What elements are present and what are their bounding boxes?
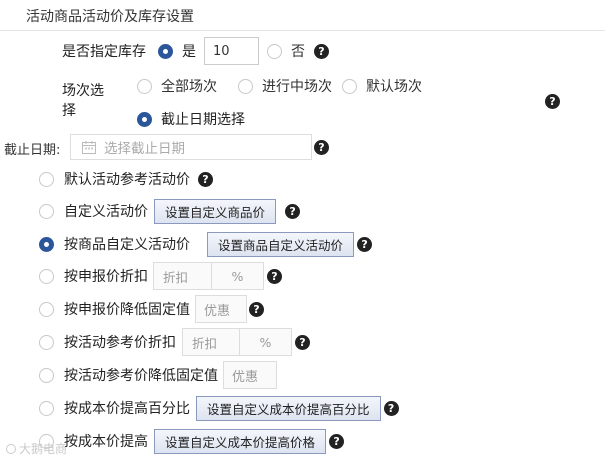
price-option-help-icon[interactable]: ? (267, 268, 282, 284)
price-option-radio[interactable] (39, 203, 54, 219)
discount-input[interactable]: 折扣 (183, 329, 239, 355)
price-option-radio[interactable] (39, 236, 54, 252)
set-cost-price-increase-button[interactable]: 设置自定义成本价提高价格 (154, 428, 327, 454)
price-option-label: 默认活动参考活动价 (64, 172, 190, 188)
stock-help-icon[interactable]: ? (314, 43, 329, 59)
watermark-logo-icon (6, 443, 16, 454)
deadline-label: 截止日期: (4, 143, 61, 158)
price-option-row: 按商品自定义活动价 设置商品自定义活动价 ? (39, 231, 373, 257)
set-cost-percent-increase-button[interactable]: 设置自定义成本价提高百分比 (196, 395, 381, 421)
session-all-radio[interactable] (137, 78, 152, 94)
price-option-label: 按成本价提高 (64, 434, 148, 450)
price-option-radio[interactable] (39, 400, 54, 416)
price-option-label: 按活动参考价折扣 (64, 335, 176, 351)
price-option-row: 按申报价折扣 折扣 % ? (39, 262, 282, 290)
session-deadline-label: 截止日期选择 (161, 112, 245, 128)
deadline-placeholder: 选择截止日期 (104, 141, 185, 157)
session-deadline-row: 截止日期选择 (137, 110, 245, 128)
price-option-radio[interactable] (39, 171, 54, 187)
percent-suffix: % (231, 268, 244, 284)
stock-quantity-input[interactable]: 10 (204, 37, 259, 65)
session-all-label: 全部场次 (161, 79, 217, 95)
price-option-radio[interactable] (39, 301, 54, 317)
price-option-radio[interactable] (39, 367, 54, 383)
discount-input[interactable]: 折扣 (154, 263, 211, 289)
price-option-radio[interactable] (39, 334, 54, 350)
price-option-row: 自定义活动价 设置自定义商品价 ? (39, 198, 301, 224)
section-title: 活动商品活动价及库存设置 (26, 9, 194, 25)
session-label-line1: 场次选 (62, 83, 104, 99)
watermark: 大鹅电商 (6, 440, 67, 457)
session-options-row: 全部场次 进行中场次 默认场次 (137, 77, 422, 95)
deadline-help-icon[interactable]: ? (314, 140, 329, 155)
session-default-label: 默认场次 (366, 79, 422, 95)
session-ongoing-radio[interactable] (238, 78, 253, 94)
session-default-radio[interactable] (342, 78, 357, 94)
price-option-row: 默认活动参考活动价 ? (39, 168, 213, 190)
price-option-help-icon[interactable]: ? (198, 171, 213, 187)
price-option-row: 按活动参考价降低固定值 优惠 (39, 361, 277, 389)
stock-row: 是否指定库存 是 10 否 ? (62, 37, 329, 65)
discount-input-group[interactable]: 折扣 % (153, 262, 264, 290)
price-option-row: 按成本价提高百分比 设置自定义成本价提高百分比 ? (39, 395, 399, 421)
section-header: 活动商品活动价及库存设置 (0, 0, 605, 31)
price-option-label: 按成本价提高百分比 (64, 401, 190, 417)
stock-label: 是否指定库存 (62, 44, 146, 60)
price-option-label: 按商品自定义活动价 (64, 237, 190, 253)
session-deadline-radio[interactable] (137, 111, 152, 127)
price-option-help-icon[interactable]: ? (249, 301, 264, 317)
stock-yes-radio[interactable] (158, 43, 173, 59)
session-label: 场次选 择 (62, 81, 104, 121)
price-option-label: 自定义活动价 (64, 204, 148, 220)
price-option-help-icon[interactable]: ? (295, 334, 310, 350)
reduction-input[interactable]: 优惠 (223, 361, 277, 389)
price-option-row: 按申报价降低固定值 优惠 ? (39, 295, 264, 323)
set-custom-product-price-button[interactable]: 设置自定义商品价 (154, 198, 277, 224)
price-option-help-icon[interactable]: ? (357, 236, 373, 252)
price-option-label: 按申报价折扣 (64, 269, 148, 285)
percent-suffix: % (259, 334, 272, 350)
session-help-icon[interactable]: ? (545, 94, 560, 109)
calendar-icon (82, 140, 96, 154)
stock-no-radio[interactable] (267, 43, 282, 59)
set-product-custom-price-button[interactable]: 设置商品自定义活动价 (207, 231, 355, 257)
price-option-help-icon[interactable]: ? (285, 203, 301, 219)
price-option-row: 按活动参考价折扣 折扣 % ? (39, 328, 310, 356)
price-option-label: 按申报价降低固定值 (64, 302, 190, 318)
session-label-line2: 择 (62, 103, 76, 119)
discount-input-group[interactable]: 折扣 % (182, 328, 292, 356)
price-option-row: 按成本价提高 设置自定义成本价提高价格 ? (39, 428, 345, 454)
reduction-input[interactable]: 优惠 (195, 295, 247, 323)
price-option-help-icon[interactable]: ? (383, 400, 399, 416)
deadline-date-picker[interactable]: 选择截止日期 (70, 134, 312, 160)
stock-no-label: 否 (291, 44, 305, 60)
price-option-label: 按活动参考价降低固定值 (64, 368, 218, 384)
stock-yes-label: 是 (182, 44, 196, 60)
watermark-text: 大鹅电商 (19, 442, 68, 456)
price-option-radio[interactable] (39, 268, 54, 284)
price-option-help-icon[interactable]: ? (329, 433, 345, 449)
session-ongoing-label: 进行中场次 (262, 79, 332, 95)
